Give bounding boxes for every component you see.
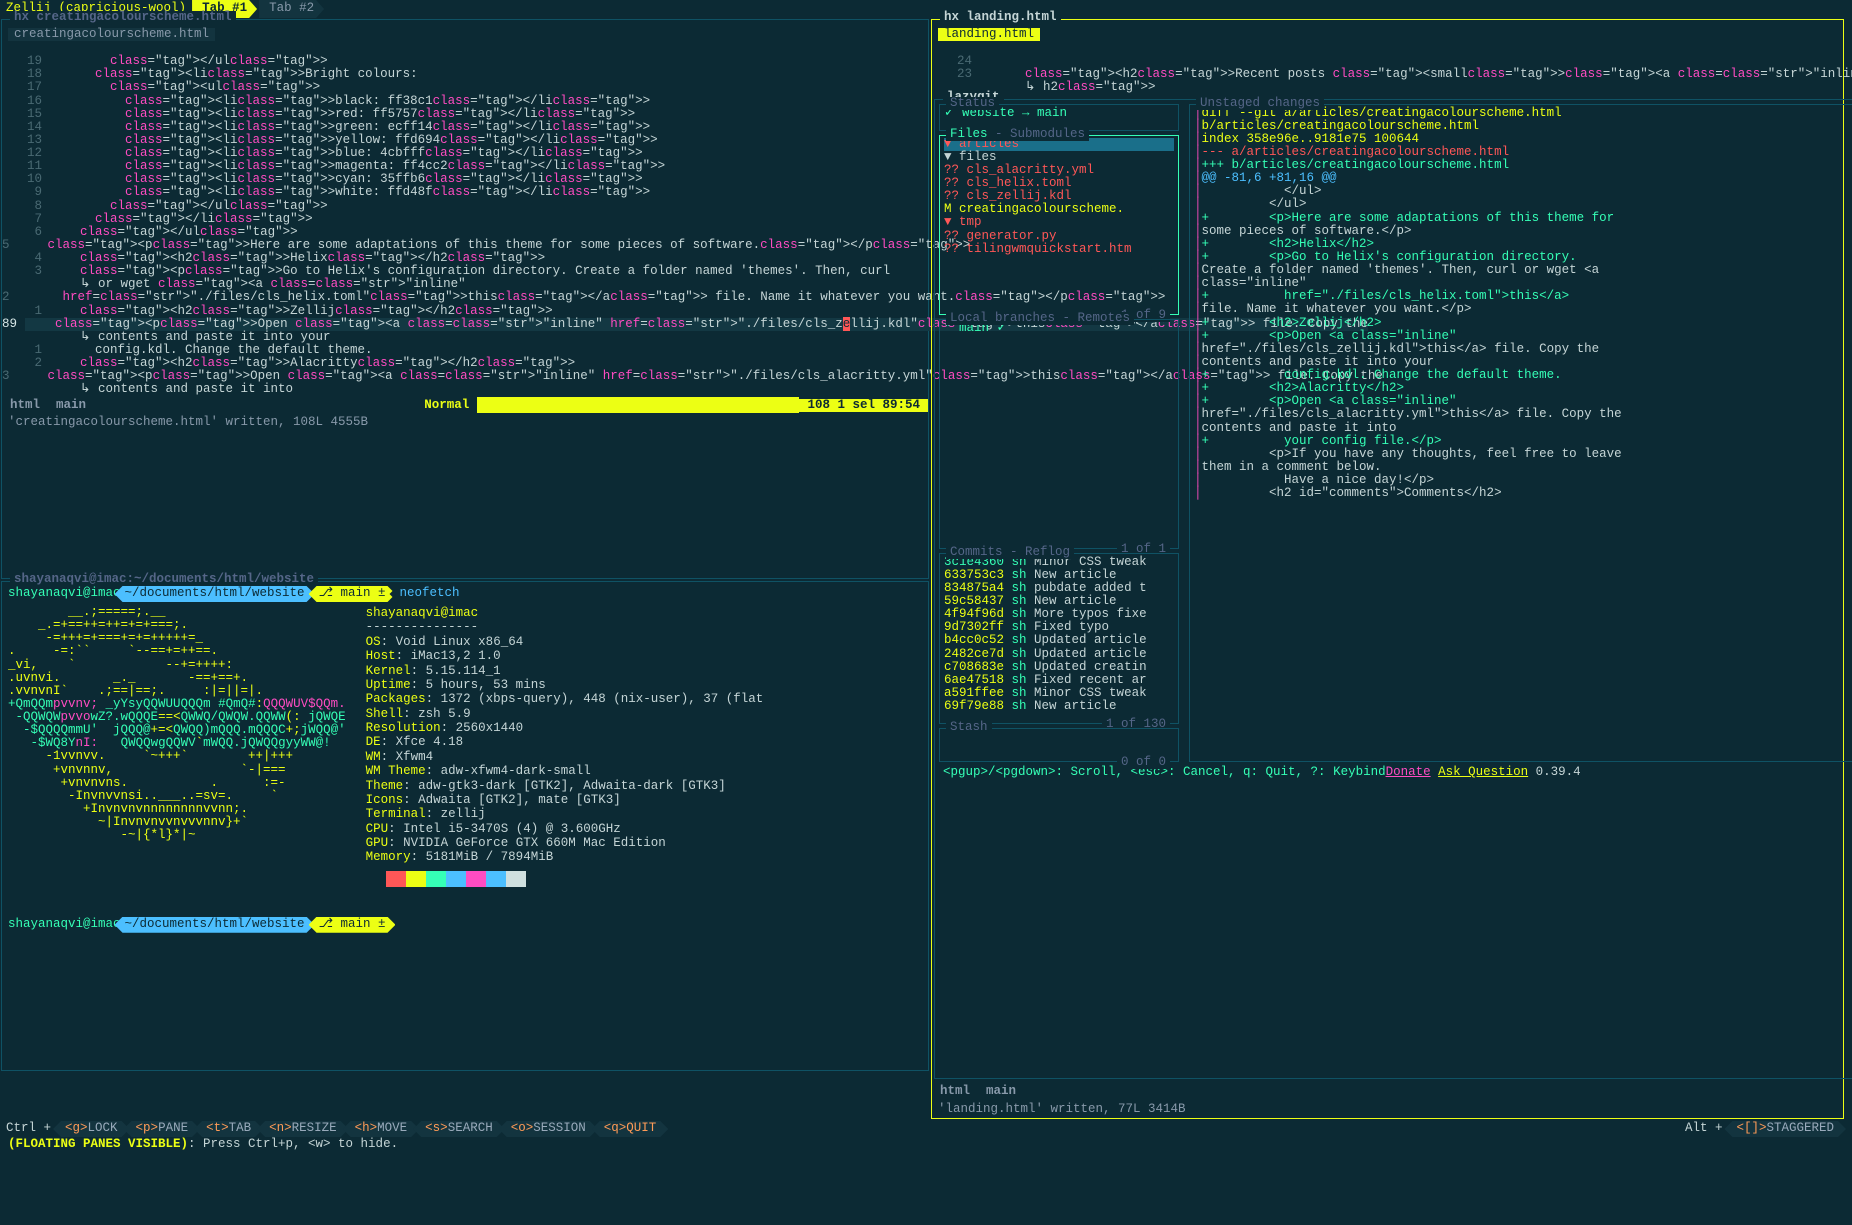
buffer-tab[interactable]: landing.html	[938, 28, 1040, 41]
keychip-staggered[interactable]: <[]> STAGGERED	[1724, 1121, 1846, 1137]
lg-commits[interactable]: Commits - Reflog 3c1e4360 sh Minor CSS t…	[939, 553, 1179, 725]
helix-message: 'landing.html' written, 77L 3414B	[932, 1101, 1852, 1118]
donate-link[interactable]: Donate	[1386, 765, 1431, 779]
lg-helpbar: <pgup>/<pgdown>: Scroll, <esc>: Cancel, …	[939, 764, 1852, 781]
zellij-tabstrip: Zellij (capricious-wool) Tab #1 Tab #2	[0, 0, 1852, 18]
pane-title: hx creatingacolourscheme.html	[10, 11, 236, 24]
keychip-session[interactable]: <o> SESSION	[499, 1121, 598, 1137]
shell-prompt[interactable]: shayanaqvi@imac ~/documents/html/website…	[8, 586, 922, 602]
pane-title: shayanaqvi@imac:~/documents/html/website	[10, 573, 318, 586]
lg-files[interactable]: Files - Submodules ▼ articles ▼ files ??…	[939, 135, 1179, 315]
buffer-tab[interactable]: creatingacolourscheme.html	[8, 28, 215, 41]
keychip-lock[interactable]: <g> LOCK	[53, 1121, 130, 1137]
editor-body[interactable]: 19 class="tag"></ulclass="tag">>18 class…	[2, 41, 928, 396]
color-swatches	[366, 871, 764, 887]
neofetch-info: shayanaqvi@imac --------------- OS: Void…	[366, 606, 764, 887]
pane-terminal[interactable]: shayanaqvi@imac:~/documents/html/website…	[1, 581, 929, 1071]
pane-editor-right[interactable]: hx landing.html landing.html 2423 class=…	[931, 19, 1844, 1119]
helix-statusline: html main Normal 77 1 sel 62:54	[932, 1083, 1852, 1101]
keychip-tab[interactable]: <t> TAB	[194, 1121, 263, 1137]
lg-stash[interactable]: Stash 0 of 0	[939, 728, 1179, 762]
lg-diff[interactable]: Unstaged changes │diff --git a/articles/…	[1189, 104, 1852, 763]
pane-editor-left[interactable]: hx creatingacolourscheme.html creatingac…	[1, 19, 929, 579]
tab-2[interactable]: Tab #2	[259, 0, 324, 18]
pane-title: hx landing.html	[940, 11, 1061, 24]
shell-prompt-2[interactable]: shayanaqvi@imac ~/documents/html/website…	[8, 917, 922, 933]
helix-statusline: html main Normal 108 1 sel 89:54	[2, 396, 928, 414]
helix-message: 'creatingacolourscheme.html' written, 10…	[2, 414, 928, 431]
ask-question-link[interactable]: Ask Question	[1438, 765, 1528, 779]
zellij-hintbar: (FLOATING PANES VISIBLE): Press Ctrl+p, …	[0, 1138, 1852, 1155]
pane-lazygit[interactable]: lazygit Status ✓ website → main	[934, 99, 1852, 1079]
zellij-keybar: Ctrl + <g> LOCK<p> PANE<t> TAB<n> RESIZE…	[0, 1120, 1852, 1138]
prompt-cmd: neofetch	[389, 586, 469, 602]
keychip-search[interactable]: <s> SEARCH	[413, 1121, 505, 1137]
keychip-quit[interactable]: <q> QUIT	[592, 1121, 669, 1137]
prompt-path: ~/documents/html/website	[115, 586, 315, 602]
prompt-branch: ⎇ main ±	[309, 917, 396, 933]
keychip-move[interactable]: <h> MOVE	[343, 1121, 420, 1137]
commit-row[interactable]: 69f79e88 sh New article	[944, 700, 1174, 713]
prompt-path: ~/documents/html/website	[115, 917, 315, 933]
lg-branches[interactable]: Local branches - Remotes * main ✓ 1 of 1	[939, 319, 1179, 549]
neofetch-logo: __.;=====;.__ _.=+==++=++=+=+===;. -=+++…	[8, 606, 346, 887]
file-row[interactable]: ?? tilingwmquickstart.htm	[944, 243, 1174, 256]
prompt-branch: ⎇ main ±	[309, 586, 396, 602]
keychip-pane[interactable]: <p> PANE	[124, 1121, 201, 1137]
keychip-resize[interactable]: <n> RESIZE	[257, 1121, 349, 1137]
editor-body[interactable]: 2423 class="tag"><h2class="tag">>Recent …	[932, 41, 1852, 94]
